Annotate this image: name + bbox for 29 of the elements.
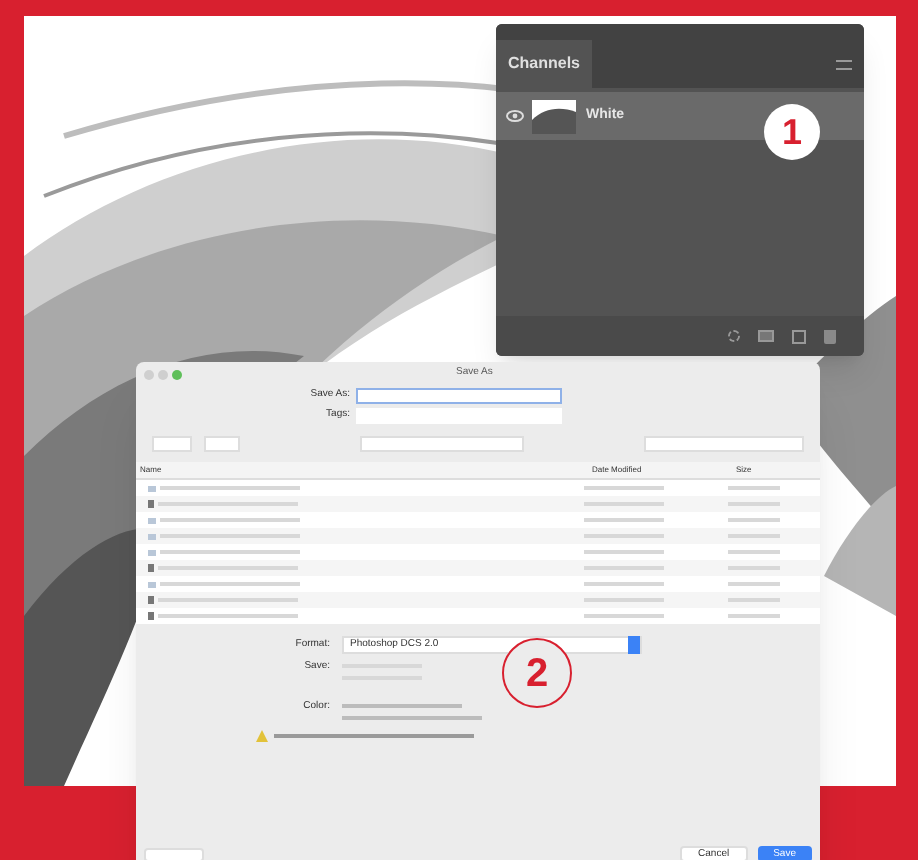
eye-icon[interactable] [505,110,523,122]
file-row[interactable] [136,592,820,608]
zoom-button[interactable] [172,369,182,379]
folder-icon [148,517,156,523]
options-button[interactable] [144,847,204,860]
panel-tab[interactable]: Channels [496,40,593,88]
file-icon [148,564,154,572]
channel-thumbnail [532,99,576,133]
file-icon [148,500,154,508]
new-channel-icon[interactable] [792,329,806,343]
file-row[interactable] [136,560,820,576]
filename-field[interactable] [356,388,562,404]
trash-icon[interactable] [824,329,836,343]
menu-icon[interactable] [836,59,852,69]
view-button[interactable] [204,436,240,452]
folder-icon [148,485,156,491]
file-row[interactable] [136,496,820,512]
search-field[interactable] [644,436,804,452]
folder-icon [148,581,156,587]
nav-buttons[interactable] [152,436,192,452]
folder-icon [148,533,156,539]
minimize-button[interactable] [158,369,168,379]
warning-icon [256,730,268,742]
close-button[interactable] [144,369,154,379]
location-dropdown[interactable] [360,436,524,452]
mask-icon[interactable] [758,330,774,342]
folder-icon [148,549,156,555]
selection-icon[interactable] [728,330,740,342]
file-row[interactable] [136,528,820,544]
